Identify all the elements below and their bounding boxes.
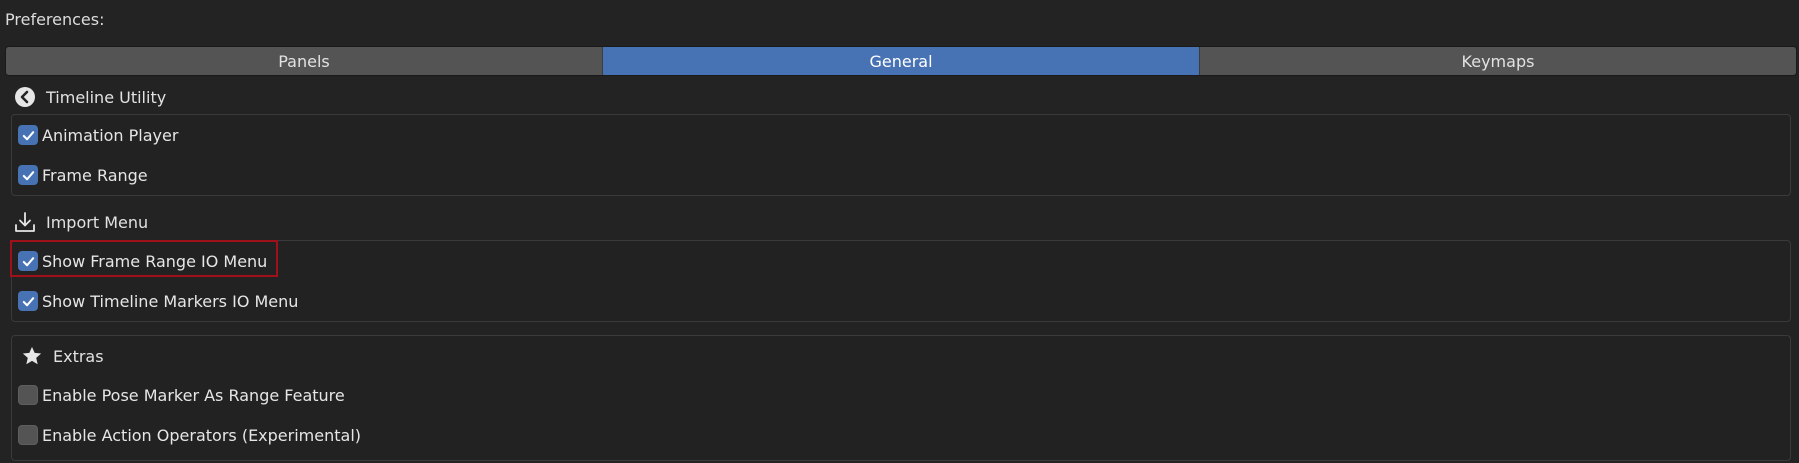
check-icon [22, 296, 34, 306]
option-label: Show Frame Range IO Menu [42, 251, 268, 271]
preferences-title: Preferences: [5, 10, 105, 29]
option-label: Show Timeline Markers IO Menu [42, 291, 299, 311]
tab-panels[interactable]: Panels [6, 47, 603, 75]
option-enable-pose-marker-as-range[interactable]: Enable Pose Marker As Range Feature [18, 382, 345, 408]
section-title: Extras [53, 346, 104, 366]
option-animation-player[interactable]: Animation Player [18, 122, 178, 148]
option-label: Animation Player [42, 125, 179, 145]
option-label: Enable Action Operators (Experimental) [42, 425, 361, 445]
section-header-extras[interactable]: Extras [21, 343, 104, 369]
preferences-window: Preferences: Panels General Keymaps Time… [0, 0, 1799, 463]
checkbox[interactable] [18, 425, 38, 445]
option-frame-range[interactable]: Frame Range [18, 162, 148, 188]
option-label: Enable Pose Marker As Range Feature [42, 385, 345, 405]
section-header-timeline-utility[interactable]: Timeline Utility [14, 84, 166, 110]
tab-general[interactable]: General [603, 47, 1200, 75]
import-icon [14, 211, 36, 233]
timeline-utility-panel [11, 114, 1791, 196]
section-header-import-menu[interactable]: Import Menu [14, 209, 148, 235]
star-icon [21, 345, 43, 367]
tab-keymaps[interactable]: Keymaps [1200, 47, 1796, 75]
section-title: Import Menu [46, 212, 149, 232]
checkbox[interactable] [18, 385, 38, 405]
option-enable-action-operators[interactable]: Enable Action Operators (Experimental) [18, 422, 361, 448]
checkbox[interactable] [18, 251, 38, 271]
check-icon [22, 256, 34, 266]
section-title: Timeline Utility [46, 87, 167, 107]
checkbox[interactable] [18, 125, 38, 145]
checkbox[interactable] [18, 165, 38, 185]
check-icon [22, 130, 34, 140]
back-circle-icon [14, 86, 36, 108]
checkbox[interactable] [18, 291, 38, 311]
check-icon [22, 170, 34, 180]
option-label: Frame Range [42, 165, 148, 185]
tab-bar: Panels General Keymaps [5, 46, 1797, 76]
option-show-timeline-markers-io-menu[interactable]: Show Timeline Markers IO Menu [18, 288, 298, 314]
option-show-frame-range-io-menu[interactable]: Show Frame Range IO Menu [18, 248, 267, 274]
